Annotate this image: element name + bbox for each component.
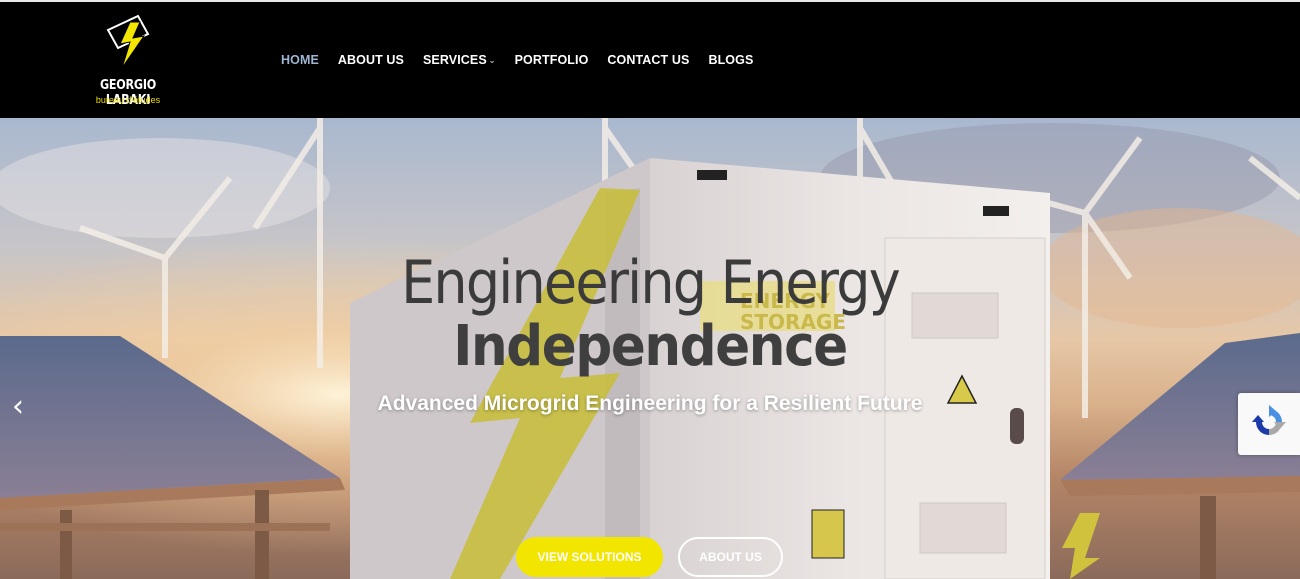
hero-slider: ENERGY STORAGE Engineering Energy Indepe… <box>0 118 1300 579</box>
lightning-bolt-icon <box>106 14 150 69</box>
hero-headline-line1: Engineering Energy <box>401 248 901 318</box>
about-us-button[interactable]: ABOUT US <box>678 537 783 577</box>
site-header: GEORGIO LABAKI bureau d'études HOME ABOU… <box>0 0 1300 118</box>
nav-item-contact-us[interactable]: CONTACT US <box>607 53 689 67</box>
nav-item-about-us[interactable]: ABOUT US <box>338 53 404 67</box>
nav-item-services-label: SERVICES <box>422 53 487 67</box>
hero-tagline: Advanced Microgrid Engineering for a Res… <box>377 392 923 415</box>
nav-item-home[interactable]: HOME <box>281 53 319 67</box>
chevron-down-icon: ⌄ <box>488 56 496 65</box>
recaptcha-icon <box>1252 405 1286 435</box>
brand-subtitle: bureau d'études <box>95 95 161 105</box>
nav-item-blogs[interactable]: BLOGS <box>708 53 753 67</box>
nav-item-portfolio[interactable]: PORTFOLIO <box>515 53 589 67</box>
hero-headline-line2: Independence <box>453 314 848 379</box>
chevron-left-icon[interactable]: ‹ <box>6 390 30 424</box>
nav-item-services[interactable]: SERVICES ⌄ <box>423 53 496 67</box>
view-solutions-button[interactable]: VIEW SOLUTIONS <box>516 537 663 577</box>
recaptcha-badge[interactable] <box>1238 393 1300 455</box>
brand-logo[interactable]: GEORGIO LABAKI bureau d'études <box>76 14 180 110</box>
main-navigation: HOME ABOUT US SERVICES ⌄ PORTFOLIO CONTAC… <box>281 53 772 67</box>
